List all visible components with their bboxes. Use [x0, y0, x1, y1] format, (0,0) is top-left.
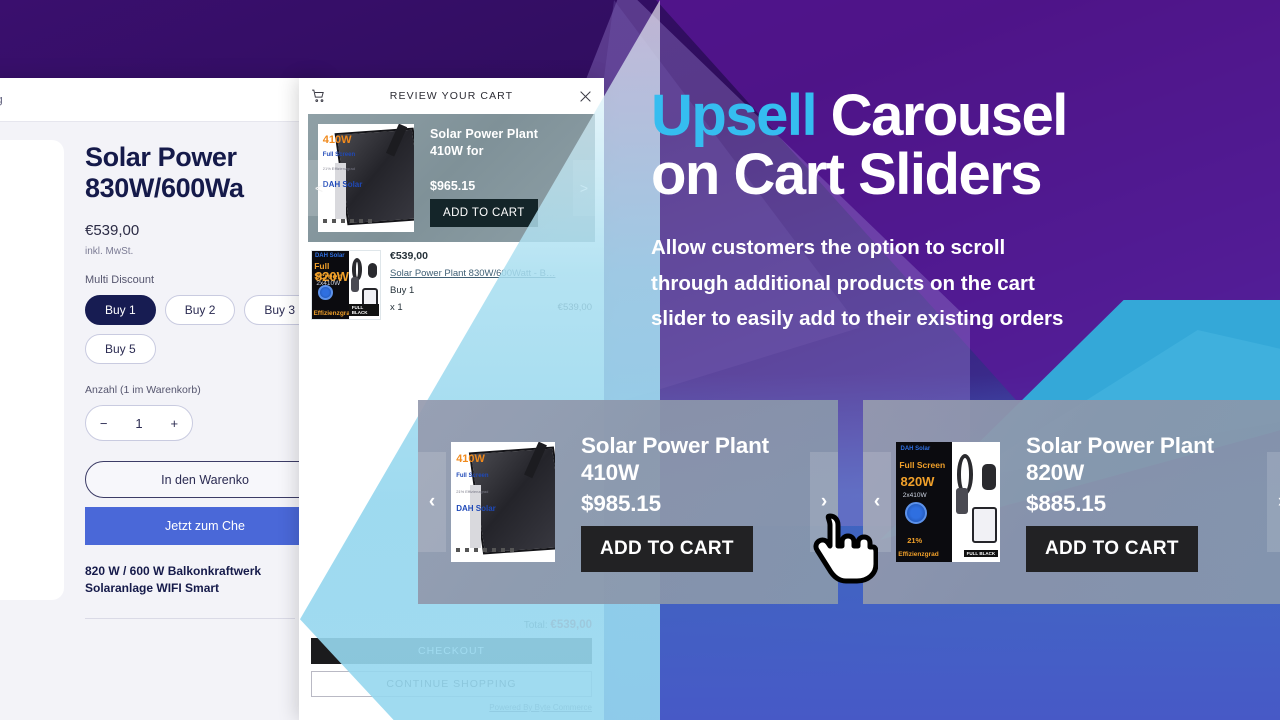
product-tax-note: inkl. MwSt. — [85, 246, 134, 258]
store-body: CK Balkonkraftwerk Full Screen Solarmodu… — [0, 122, 322, 720]
upsell-name-line2: 410W for — [430, 143, 484, 158]
store-topbar: ing — [0, 78, 322, 122]
upsell-add-to-cart-button[interactable]: ADD TO CART — [430, 199, 538, 227]
hero-text-block: Upsell Carousel on Cart Sliders Allow cu… — [651, 87, 1251, 338]
discount-chip-buy-5[interactable]: Buy 5 — [85, 334, 156, 365]
quantity-label: Anzahl (1 im Warenkorb) — [85, 384, 201, 397]
multi-discount-label: Multi Discount — [85, 274, 155, 287]
product-box-820w-artwork: DAH Solar Full Screen 820W 2x410W 21% Ef… — [896, 442, 1000, 562]
hero-subtitle: Allow customers the option to scroll thr… — [651, 230, 1251, 338]
product-box-820w-artwork: DAH Solar Full Screen 820W 2x410W Effizi… — [312, 251, 380, 319]
carousel-card-price: $985.15 — [581, 491, 661, 517]
box-badge-wattage: 820W — [900, 474, 935, 490]
carousel-card-name-line1: Solar Power Plant — [581, 432, 769, 458]
hero-title-line1: Upsell Carousel — [651, 87, 1251, 145]
carousel-card-price: $885.15 — [1026, 491, 1106, 517]
carousel-next-arrow[interactable]: › — [1267, 452, 1280, 552]
box-badge-brand: DAH Solar — [456, 504, 496, 514]
box-badge-2x: 2x410W — [902, 492, 927, 500]
product-gallery[interactable]: CK — [0, 140, 64, 600]
quantity-increment-button[interactable]: + — [170, 416, 178, 431]
discount-chip-buy-2[interactable]: Buy 2 — [164, 295, 236, 326]
line-item-quantity: x 1 — [390, 302, 403, 313]
cart-header: REVIEW YOUR CART — [299, 82, 604, 110]
product-gallery-image: CK — [0, 140, 64, 600]
hero-subtitle-line1: Allow customers the option to scroll — [651, 235, 1006, 259]
upsell-product-image: 410W Full Screen 21% Effizienzgrad DAH S… — [318, 124, 414, 232]
hero-subtitle-line3: slider to easily add to their existing o… — [651, 307, 1064, 331]
product-box-410w-artwork: 410W Full Screen 21% Effizienzgrad DAH S… — [451, 442, 555, 562]
quantity-stepper[interactable]: − 1 + — [85, 405, 193, 442]
multi-discount-options[interactable]: Buy 1 Buy 2 Buy 3 Buy 5 — [85, 295, 322, 365]
product-title-line2: 830W/600Wa — [85, 173, 244, 204]
carousel-card-820w: DAH Solar Full Screen 820W 2x410W 21% Ef… — [863, 400, 1280, 604]
line-item-thumbnail: DAH Solar Full Screen 820W 2x410W Effizi… — [311, 250, 381, 320]
carousel-card-image: DAH Solar Full Screen 820W 2x410W 21% Ef… — [896, 442, 1000, 562]
box-badge-fullblack: FULL BLACK — [348, 304, 379, 317]
quantity-value: 1 — [135, 415, 143, 431]
box-badge-wattage: 410W — [322, 133, 352, 146]
carousel-card-name-line2: 820W — [1026, 460, 1084, 485]
product-box-410w-artwork: 410W Full Screen 21% Effizienzgrad DAH S… — [318, 124, 414, 232]
box-badge-fullscreen: Full Screen — [899, 460, 946, 470]
upsell-prev-arrow[interactable]: < — [308, 160, 330, 216]
box-badge-21-percent: 21% — [907, 536, 923, 546]
box-badge-brand: DAH Solar — [314, 253, 345, 260]
hero-subtitle-line2: through additional products on the cart — [651, 271, 1035, 295]
hand-pointer-cursor — [812, 512, 879, 584]
hero-title-line2: on Cart Sliders — [651, 141, 1043, 207]
product-price: €539,00 — [85, 222, 140, 240]
carousel-card-image: 410W Full Screen 21% Effizienzgrad DAH S… — [451, 442, 555, 562]
box-badge-wattage: 410W — [456, 452, 485, 465]
quantity-decrement-button[interactable]: − — [100, 416, 108, 431]
product-details: Solar Power 830W/600Wa €539,00 inkl. MwS… — [85, 142, 322, 619]
carousel-add-to-cart-button[interactable]: ADD TO CART — [1026, 526, 1198, 573]
box-badge-fullblack: FULL BLACK — [963, 550, 999, 558]
box-badge-efficiency: 21% Effizienzgrad — [456, 488, 489, 494]
store-topbar-text: ing — [0, 94, 3, 106]
hero-title-accent: Upsell — [651, 83, 818, 148]
carousel-card-name-line1: Solar Power Plant — [1026, 432, 1214, 458]
store-product-page: ing CK Balkonkraftwerk Full Screen Solar… — [0, 78, 322, 720]
product-subtitle-line1: 820 W / 600 W Balkonkraftwerk — [85, 564, 262, 579]
carousel-card-info: Solar Power Plant 820W $885.15 ADD TO CA… — [1026, 432, 1214, 573]
cart-title: REVIEW YOUR CART — [389, 90, 514, 102]
carousel-card-info: Solar Power Plant 410W $985.15 ADD TO CA… — [581, 432, 769, 573]
carousel-card-name-line2: 410W — [581, 460, 639, 485]
carousel-prev-arrow[interactable]: ‹ — [418, 452, 446, 552]
divider — [85, 617, 295, 619]
box-badge-brand: DAH Solar — [900, 445, 931, 452]
carousel-card-410w: 410W Full Screen 21% Effizienzgrad DAH S… — [418, 400, 838, 604]
carousel-add-to-cart-button[interactable]: ADD TO CART — [581, 526, 753, 573]
checkout-now-button[interactable]: Jetzt zum Che — [85, 507, 322, 546]
box-badge-efficiency: Effizienzgrad — [898, 551, 939, 559]
product-subtitle-line2: Solaranlage WIFI Smart — [85, 581, 220, 596]
product-title-line1: Solar Power — [85, 142, 237, 172]
upsell-name-line1: Solar Power Plant — [430, 127, 538, 141]
discount-chip-buy-1[interactable]: Buy 1 — [85, 295, 156, 326]
close-icon[interactable] — [579, 90, 592, 103]
product-subtitle: 820 W / 600 W Balkonkraftwerk Solaranlag… — [85, 563, 315, 598]
add-to-cart-button[interactable]: In den Warenko — [85, 461, 322, 499]
hero-title-rest: Carousel — [816, 83, 1069, 148]
box-badge-fullscreen: Full Screen — [322, 152, 356, 159]
box-badge-fullscreen: Full Screen — [456, 473, 489, 480]
